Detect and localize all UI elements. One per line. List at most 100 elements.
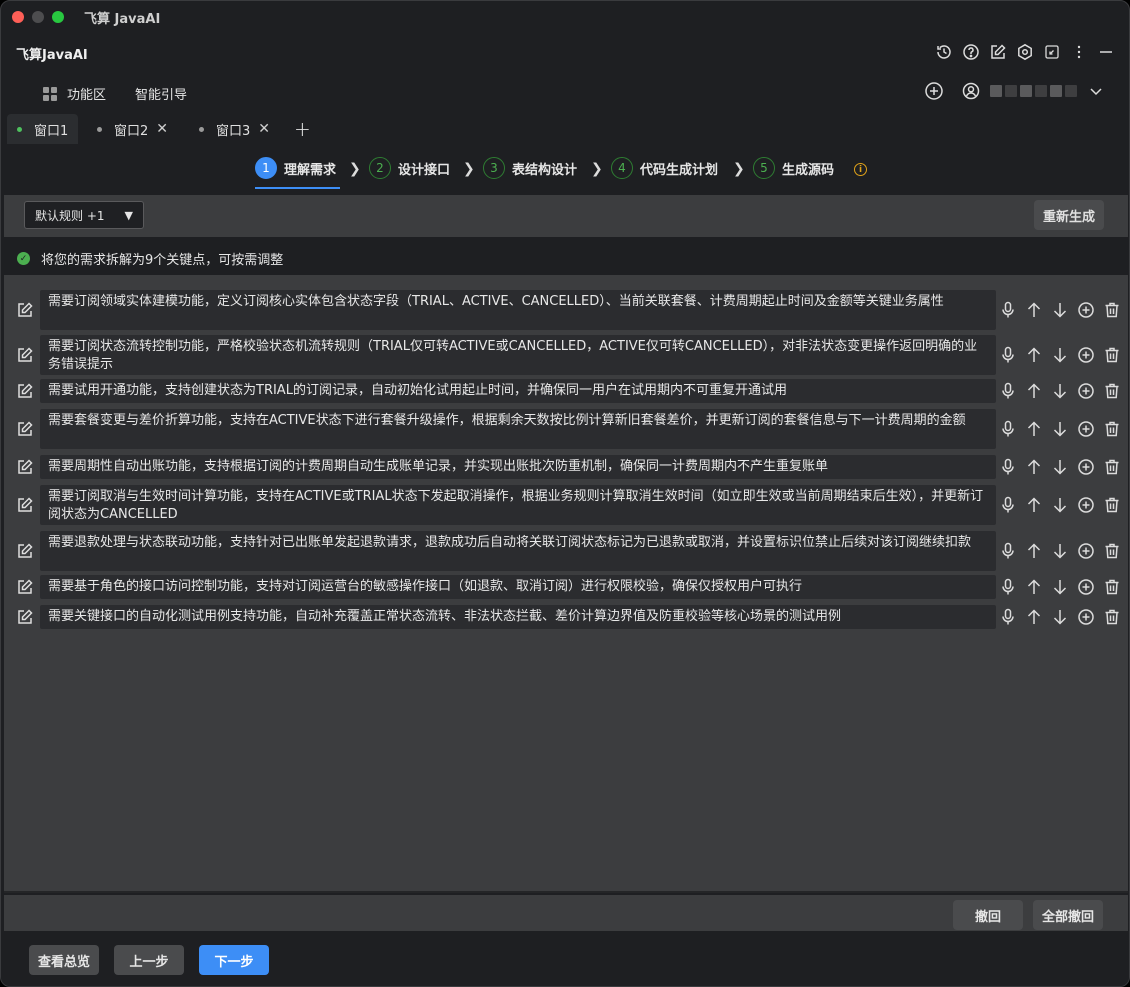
requirement-text[interactable]: 需要订阅状态流转控制功能，严格校验状态机流转规则（TRIAL仅可转ACTIVE或… [40,335,996,375]
close-icon[interactable]: ✕ [258,121,270,137]
step-generate-source[interactable]: 5 生成源码 [753,157,834,179]
settings-icon[interactable] [1016,43,1034,61]
edit-icon[interactable] [16,496,34,514]
zoom-window-button[interactable] [52,11,64,23]
arrow-up-icon[interactable] [1025,420,1043,438]
trash-icon[interactable] [1103,382,1121,400]
add-circle-icon[interactable] [1077,496,1095,514]
mic-icon[interactable] [999,458,1017,476]
nav-right [924,81,1105,101]
requirement-text[interactable]: 需要基于角色的接口访问控制功能，支持对订阅运营台的敏感操作接口（如退款、取消订阅… [40,575,996,599]
edit-icon[interactable] [16,382,34,400]
more-icon[interactable] [1070,43,1088,61]
minimize-icon[interactable] [1097,43,1115,61]
minimize-window-button[interactable] [32,11,44,23]
requirement-text[interactable]: 需要关键接口的自动化测试用例支持功能，自动补充覆盖正常状态流转、非法状态拦截、差… [40,605,996,629]
mic-icon[interactable] [999,578,1017,596]
edit-icon[interactable] [16,346,34,364]
arrow-down-icon[interactable] [1051,346,1069,364]
help-icon[interactable] [962,43,980,61]
arrow-up-icon[interactable] [1025,578,1043,596]
arrow-up-icon[interactable] [1025,346,1043,364]
mic-icon[interactable] [999,542,1017,560]
arrow-down-icon[interactable] [1051,458,1069,476]
trash-icon[interactable] [1103,420,1121,438]
add-circle-icon[interactable] [1077,420,1095,438]
arrow-up-icon[interactable] [1025,608,1043,626]
add-circle-icon[interactable] [1077,608,1095,626]
arrow-up-icon[interactable] [1025,542,1043,560]
step-label: 设计接口 [398,162,451,178]
add-tab-icon[interactable]: + [284,114,321,144]
trash-icon[interactable] [1103,542,1121,560]
requirement-text[interactable]: 需要试用开通功能，支持创建状态为TRIAL的订阅记录，自动初始化试用起止时间，并… [40,379,996,403]
mic-icon[interactable] [999,301,1017,319]
trash-icon[interactable] [1103,301,1121,319]
add-circle-icon[interactable] [1077,301,1095,319]
mic-icon[interactable] [999,382,1017,400]
tab-window-1[interactable]: 窗口1 [7,114,79,144]
add-circle-icon[interactable] [1077,346,1095,364]
add-circle-icon[interactable] [1077,578,1095,596]
row-actions [999,496,1121,514]
trash-icon[interactable] [1103,458,1121,476]
user-menu[interactable] [962,82,1105,100]
info-icon[interactable]: i [854,163,867,176]
arrow-up-icon[interactable] [1025,458,1043,476]
tab-window-2[interactable]: 窗口2 ✕ [87,114,178,144]
edit-icon[interactable] [16,542,34,560]
arrow-down-icon[interactable] [1051,301,1069,319]
add-circle-icon[interactable] [1077,382,1095,400]
undo-all-button[interactable]: 全部撤回 [1033,900,1103,930]
arrow-up-icon[interactable] [1025,496,1043,514]
add-circle-icon[interactable] [1077,542,1095,560]
step-codegen-plan[interactable]: 4 代码生成计划 [611,157,718,179]
close-window-button[interactable] [12,11,24,23]
next-step-button[interactable]: 下一步 [199,945,269,975]
arrow-down-icon[interactable] [1051,578,1069,596]
close-icon[interactable]: ✕ [156,121,168,137]
requirement-text[interactable]: 需要订阅取消与生效时间计算功能，支持在ACTIVE或TRIAL状态下发起取消操作… [40,485,996,525]
trash-icon[interactable] [1103,346,1121,364]
edit-icon[interactable] [16,301,34,319]
arrow-up-icon[interactable] [1025,301,1043,319]
add-circle-icon[interactable] [1077,458,1095,476]
step-table-design[interactable]: 3 表结构设计 [483,157,577,179]
requirement-text[interactable]: 需要退款处理与状态联动功能，支持针对已出账单发起退款请求，退款成功后自动将关联订… [40,531,996,571]
step-design-api[interactable]: 2 设计接口 [369,157,450,179]
mic-icon[interactable] [999,496,1017,514]
edit-icon[interactable] [16,608,34,626]
arrow-down-icon[interactable] [1051,542,1069,560]
overview-button[interactable]: 查看总览 [29,945,99,975]
add-circle-icon[interactable] [924,81,944,101]
rule-select[interactable]: 默认规则 +1 ▼ [24,201,144,229]
undo-button[interactable]: 撤回 [953,900,1023,930]
regenerate-button[interactable]: 重新生成 [1034,200,1104,230]
chevron-right-icon: ❯ [591,161,603,177]
arrow-up-icon[interactable] [1025,382,1043,400]
nav-smart-guide[interactable]: 智能引导 [135,84,187,103]
history-icon[interactable] [935,43,953,61]
requirement-text[interactable]: 需要套餐变更与差价折算功能，支持在ACTIVE状态下进行套餐升级操作，根据剩余天… [40,409,996,449]
edit-icon[interactable] [16,420,34,438]
edit-icon[interactable] [989,43,1007,61]
mic-icon[interactable] [999,420,1017,438]
collapse-icon[interactable] [1043,43,1061,61]
mic-icon[interactable] [999,346,1017,364]
edit-icon[interactable] [16,578,34,596]
trash-icon[interactable] [1103,608,1121,626]
tab-window-3[interactable]: 窗口3 ✕ [189,114,280,144]
arrow-down-icon[interactable] [1051,382,1069,400]
requirement-text[interactable]: 需要订阅领域实体建模功能，定义订阅核心实体包含状态字段（TRIAL、ACTIVE… [40,290,996,330]
trash-icon[interactable] [1103,496,1121,514]
prev-step-button[interactable]: 上一步 [114,945,184,975]
arrow-down-icon[interactable] [1051,420,1069,438]
mic-icon[interactable] [999,608,1017,626]
trash-icon[interactable] [1103,578,1121,596]
requirement-text[interactable]: 需要周期性自动出账功能，支持根据订阅的计费周期自动生成账单记录，并实现出账批次防… [40,455,996,479]
arrow-down-icon[interactable] [1051,496,1069,514]
arrow-down-icon[interactable] [1051,608,1069,626]
step-understand-requirements[interactable]: 1 理解需求 [255,157,341,189]
edit-icon[interactable] [16,458,34,476]
nav-function-area[interactable]: 功能区 [41,84,106,103]
